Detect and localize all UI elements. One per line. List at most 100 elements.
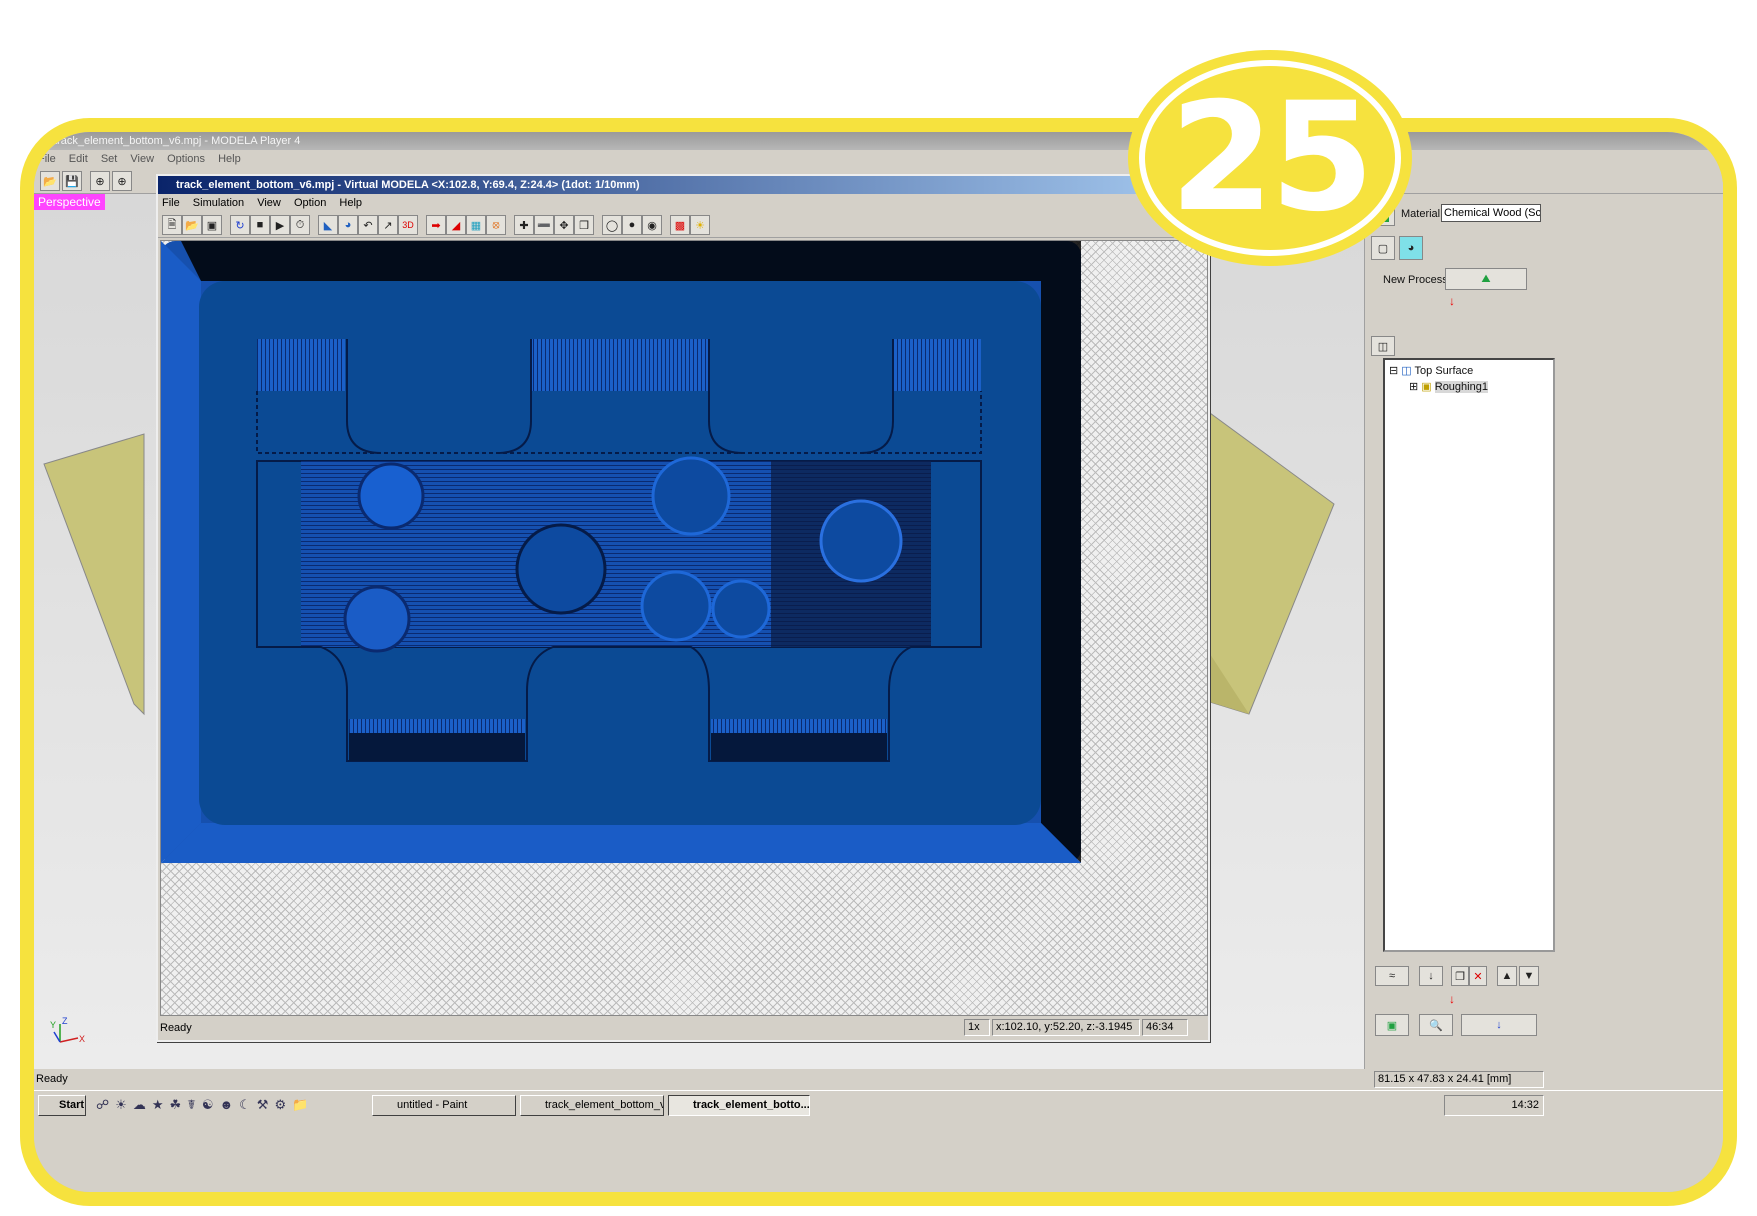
tool-bath-icon[interactable]: ◕	[1399, 236, 1423, 260]
task-paint[interactable]: untitled - Paint	[372, 1095, 516, 1116]
color-icon[interactable]: ▩	[670, 215, 690, 235]
cut-icon[interactable]: ▣	[1375, 1014, 1409, 1036]
menu-view[interactable]: View	[130, 153, 154, 165]
desktop-screen: track_element_bottom_v6.mpj - MODELA Pla…	[34, 132, 1723, 1192]
start-button[interactable]: Start	[38, 1095, 86, 1116]
pan-icon[interactable]: ✥	[554, 215, 574, 235]
arrow-icon[interactable]: ➡	[426, 215, 446, 235]
tree-top-surface-icon: ◫	[1401, 365, 1412, 377]
section-icon[interactable]: ◢	[446, 215, 466, 235]
new-process-button[interactable]: ⛰	[1445, 268, 1527, 290]
output-icon[interactable]: ↓	[1461, 1014, 1537, 1036]
task-modela-player[interactable]: track_element_bottom_v...	[520, 1095, 664, 1116]
copy-icon[interactable]: ❐	[1451, 966, 1469, 986]
virtual-modela-window: track_element_bottom_v6.mpj - Virtual MO…	[156, 174, 1210, 1042]
collapse-icon[interactable]: ⊟	[1389, 365, 1398, 377]
screenshot-frame: track_element_bottom_v6.mpj - MODELA Pla…	[20, 118, 1737, 1206]
task-virtual-modela[interactable]: track_element_botto...	[668, 1095, 810, 1116]
save-file-icon[interactable]: 💾	[62, 171, 82, 191]
open-icon[interactable]: 📂	[182, 215, 202, 235]
axis-triad-icon: Y Z X	[46, 1014, 86, 1054]
stop-icon[interactable]: ■	[250, 215, 270, 235]
endmill-icon[interactable]: ◕	[338, 215, 358, 235]
menu-set[interactable]: Set	[101, 153, 118, 165]
solid-icon[interactable]: ●	[622, 215, 642, 235]
system-tray: 14:32	[1444, 1095, 1544, 1116]
target-icon[interactable]: ⊕	[90, 171, 110, 191]
expand-icon[interactable]: ⊞	[1409, 381, 1418, 393]
process-panel: Material Chemical Wood (Sc ▢ ◕ New Proce…	[1364, 194, 1723, 1069]
svg-text:Y: Y	[50, 1020, 56, 1030]
task-virtual-modela-label: track_element_botto...	[693, 1099, 810, 1111]
import-icon[interactable]: ▣	[202, 215, 222, 235]
vm-time-readout: 46:34	[1142, 1019, 1188, 1036]
modela-player-status-bar: Ready 81.15 x 47.83 x 24.41 [mm]	[34, 1069, 1723, 1089]
add-process-icon[interactable]: ↓	[1419, 966, 1443, 986]
vm-menu-help[interactable]: Help	[339, 197, 362, 209]
tree-tab[interactable]: ◫	[1371, 336, 1395, 356]
grid-icon[interactable]: ▦	[466, 215, 486, 235]
material-label: Material	[1401, 208, 1441, 220]
fit-icon[interactable]: ❒	[574, 215, 594, 235]
vm-menu-option[interactable]: Option	[294, 197, 326, 209]
line-icon[interactable]: ↗	[378, 215, 398, 235]
play-icon[interactable]: ▶	[270, 215, 290, 235]
mesh-icon[interactable]: ⦻	[486, 215, 506, 235]
material-select[interactable]: Chemical Wood (Sc	[1441, 204, 1541, 222]
step-number-badge: 25	[1128, 50, 1412, 266]
virtual-modela-title-bar: track_element_bottom_v6.mpj - Virtual MO…	[158, 176, 1208, 194]
move-up-icon[interactable]: ▲	[1497, 966, 1517, 986]
menu-file[interactable]: File	[38, 153, 56, 165]
reload-icon[interactable]: ↻	[230, 215, 250, 235]
timer-icon[interactable]: ⏱	[290, 215, 310, 235]
tree-top-surface-label: Top Surface	[1414, 365, 1474, 377]
menu-options[interactable]: Options	[167, 153, 205, 165]
simulation-canvas[interactable]	[160, 240, 1208, 1016]
start-label: Start	[59, 1099, 85, 1111]
wireframe-icon[interactable]: ◯	[602, 215, 622, 235]
task-paint-label: untitled - Paint	[397, 1099, 468, 1111]
vm-menu-view[interactable]: View	[257, 197, 281, 209]
tree-roughing-icon: ▣	[1421, 381, 1432, 393]
preview-icon[interactable]: 🔍	[1419, 1014, 1453, 1036]
zoom-in-icon[interactable]: ✚	[514, 215, 534, 235]
new-process-label: New Process	[1383, 274, 1448, 286]
curve-icon[interactable]: ↶	[358, 215, 378, 235]
tray-clock: 14:32	[1511, 1099, 1539, 1111]
tree-item-top-surface[interactable]: ⊟ ◫ Top Surface	[1389, 364, 1473, 377]
tree-item-roughing1[interactable]: ⊞ ▣ Roughing1	[1409, 380, 1488, 393]
simulation-render	[161, 241, 1081, 863]
3d-icon[interactable]: 3D	[398, 215, 418, 235]
vm-zoom-readout: 1x	[964, 1019, 990, 1036]
virtual-modela-status-bar: Ready 1x x:102.10, y:52.20, z:-3.1945 46…	[158, 1018, 1208, 1038]
menu-help[interactable]: Help	[218, 153, 241, 165]
tree-roughing-label: Roughing1	[1434, 381, 1488, 393]
dimensions-readout: 81.15 x 47.83 x 24.41 [mm]	[1374, 1071, 1544, 1088]
open-file-icon[interactable]: 📂	[40, 171, 60, 191]
step-number: 25	[1169, 71, 1375, 245]
task-modela-player-label: track_element_bottom_v...	[545, 1099, 664, 1111]
virtual-modela-title: track_element_bottom_v6.mpj - Virtual MO…	[176, 179, 640, 191]
light-icon[interactable]: ☀	[690, 215, 710, 235]
crosshair-icon[interactable]: ⊕	[112, 171, 132, 191]
windows-taskbar: Start ☍☀☁★☘☤☯☻☾⚒⚙📁 untitled - Paint trac…	[34, 1090, 1723, 1118]
new-icon[interactable]: 🗎	[162, 215, 182, 235]
vm-coords-readout: x:102.10, y:52.20, z:-3.1945	[992, 1019, 1140, 1036]
workpiece-cube-icon[interactable]: ▢	[1371, 236, 1395, 260]
menu-edit[interactable]: Edit	[69, 153, 88, 165]
delete-icon[interactable]: ✕	[1469, 966, 1487, 986]
quick-launch-icons[interactable]: ☍☀☁★☘☤☯☻☾⚒⚙📁	[96, 1097, 356, 1115]
shaded-icon[interactable]: ◉	[642, 215, 662, 235]
svg-text:Z: Z	[62, 1016, 68, 1026]
modela-player-title-bar: track_element_bottom_v6.mpj - MODELA Pla…	[34, 132, 1723, 150]
vm-menu-simulation[interactable]: Simulation	[193, 197, 244, 209]
vm-menu-file[interactable]: File	[162, 197, 180, 209]
modela-player-menu-bar: File Edit Set View Options Help	[34, 150, 1723, 169]
modela-player-title: track_element_bottom_v6.mpj - MODELA Pla…	[54, 135, 301, 147]
move-down-icon[interactable]: ▼	[1519, 966, 1539, 986]
svg-text:X: X	[79, 1034, 85, 1044]
zoom-out-icon[interactable]: ➖	[534, 215, 554, 235]
path-view-icon[interactable]: ≈	[1375, 966, 1409, 986]
down-arrow-icon: ↓	[1449, 294, 1455, 308]
tool-icon[interactable]: ◣	[318, 215, 338, 235]
